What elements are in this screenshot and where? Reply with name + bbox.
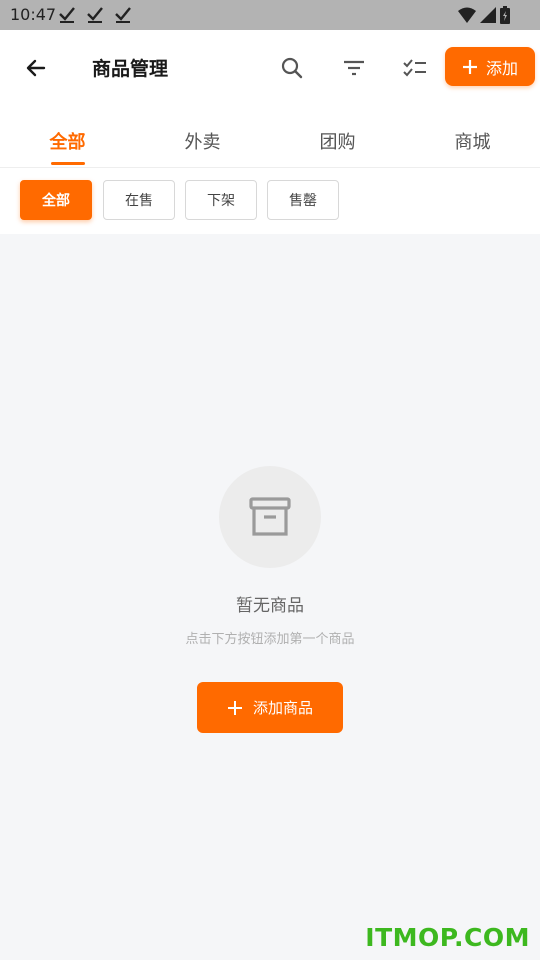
notification-icons: [58, 5, 132, 23]
watermark-logo: ITMOP.COM: [365, 923, 530, 952]
active-tab-indicator: [50, 162, 85, 165]
back-arrow-icon: [26, 59, 46, 77]
channel-tabs: 全部 外卖 团购 商城: [0, 106, 540, 168]
chip-off-shelf[interactable]: 下架: [185, 180, 257, 220]
back-button[interactable]: [16, 48, 56, 88]
page-title: 商品管理: [92, 58, 169, 80]
status-filter-bar: 全部 在售 下架 售罄: [0, 168, 540, 234]
check-icon: [87, 7, 103, 23]
add-product-label: 添加商品: [252, 699, 313, 717]
tab-label: 商城: [454, 132, 491, 153]
status-bar: 10:47: [0, 0, 540, 30]
plus-icon: [462, 59, 477, 74]
check-icon: [59, 7, 75, 23]
tab-group-buy[interactable]: 团购: [270, 106, 405, 167]
empty-state-subtitle: 点击下方按钮添加第一个商品: [185, 632, 355, 647]
tab-all[interactable]: 全部: [0, 106, 135, 167]
add-button-label: 添加: [485, 58, 518, 78]
empty-state-illustration: [219, 466, 321, 568]
search-button[interactable]: [272, 48, 312, 88]
chip-on-sale[interactable]: 在售: [103, 180, 175, 220]
tab-label: 团购: [319, 132, 356, 153]
add-button[interactable]: 添加: [445, 47, 535, 86]
wifi-icon: [458, 7, 476, 23]
tab-label: 外卖: [184, 132, 221, 153]
archive-box-icon: [249, 497, 291, 536]
battery-icon: [500, 6, 510, 24]
signal-icon: [480, 7, 496, 23]
status-time: 10:47: [10, 5, 57, 24]
check-icon: [115, 7, 131, 23]
chip-sold-out[interactable]: 售罄: [267, 180, 339, 220]
plus-icon: [227, 700, 242, 715]
tab-mall[interactable]: 商城: [405, 106, 540, 167]
status-right-icons: [458, 6, 510, 24]
chip-all[interactable]: 全部: [20, 180, 92, 220]
search-icon: [281, 57, 303, 79]
tab-takeout[interactable]: 外卖: [135, 106, 270, 167]
filter-icon: [344, 60, 364, 76]
checklist-icon: [403, 59, 426, 77]
add-product-button[interactable]: 添加商品: [197, 682, 343, 733]
empty-state-title: 暂无商品: [236, 596, 304, 616]
batch-select-button[interactable]: [395, 48, 435, 88]
filter-button[interactable]: [334, 48, 374, 88]
top-app-bar: 商品管理 添加: [0, 30, 540, 106]
